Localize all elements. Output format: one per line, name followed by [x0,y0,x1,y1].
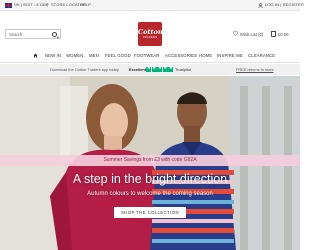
help-link[interactable]: HELP [80,2,91,7]
star-icon [168,65,173,72]
login-register-link[interactable]: LOG IN | REGISTER [265,2,304,7]
promo-code-text: Summer Savings from £3 with code G92A [103,157,197,164]
shop-the-collection-button[interactable]: SHOP THE COLLECTION [114,207,186,218]
heart-icon[interactable] [233,31,238,36]
star-icon [146,65,151,72]
topbar-divider: | [47,2,49,7]
nav-item-clearance[interactable]: CLEARANCE [248,53,275,58]
search-input[interactable]: Search [9,32,22,37]
info-strip: Download the Cotton Traders app today Ex… [0,64,300,75]
free-returns-link[interactable]: FREE returns to store [236,67,274,72]
logo-wordmark: Cotton [138,28,163,36]
uk-flag-icon[interactable] [5,3,12,8]
nav-item-women[interactable]: WOMEN [66,53,83,58]
nav-item-inspire-me[interactable]: INSPIRE ME [217,53,243,58]
nav-item-men[interactable]: MEN [89,53,99,58]
wishlist-link[interactable]: Wish List (0) [240,32,263,37]
nav-item-accessories[interactable]: ACCESSORIES [165,53,197,58]
search-icon[interactable] [52,31,57,37]
promo-code-banner[interactable]: Summer Savings from £3 with code G92A [0,155,300,166]
main-navigation: NEW IN WOMEN MEN FEEL GOOD FOOTWEAR ACCE… [0,49,300,63]
shopping-bag-icon[interactable] [271,31,276,37]
hero-banner[interactable]: Summer Savings from £3 with code G92A A … [0,76,300,250]
nav-item-home[interactable]: HOME [199,53,212,58]
trustpilot-rating-label: Excellent [129,66,147,72]
utility-bar: UK | EDIT : £ GBP | STORE LOCATOR HELP L… [0,0,304,11]
star-icon [162,65,168,72]
logo-tagline: TRADERS [142,36,158,39]
nav-item-footwear[interactable]: FOOTWEAR [134,53,160,58]
star-icon [157,65,162,72]
home-icon[interactable] [33,53,38,58]
app-download-link[interactable]: Download the Cotton Traders app today [50,67,119,72]
basket-total[interactable]: £0.00 [278,32,288,37]
region-currency-selector[interactable]: UK | EDIT : £ GBP [14,2,49,7]
hero-subheadline: Autumn colours to welcome the coming sea… [87,191,213,197]
star-icon [151,65,157,72]
nav-item-new-in[interactable]: NEW IN [45,53,61,58]
account-icon[interactable] [258,3,263,8]
nav-item-feel-good[interactable]: FEEL GOOD [105,53,131,58]
cotton-traders-logo[interactable]: Cotton TRADERS [138,22,163,46]
trustpilot-logo[interactable]: Trustpilot [175,67,191,72]
hero-headline: A step in the bright direction [72,172,228,186]
search-box[interactable]: Search [5,29,61,39]
